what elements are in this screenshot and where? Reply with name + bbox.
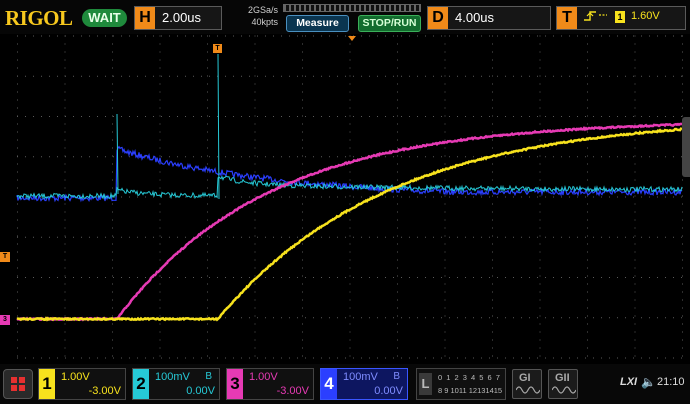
trigger-key: T xyxy=(557,7,577,29)
speaker-icon[interactable]: 🔈 xyxy=(641,375,656,389)
menu-icon xyxy=(11,377,17,383)
channel-3-scale: 1.00V xyxy=(249,371,278,383)
top-status-bar: RIGOL WAIT H 2.00us 2GSa/s 40kpts Measur… xyxy=(0,0,690,34)
generator-1-button[interactable]: GI xyxy=(512,369,542,399)
logic-analyzer-box[interactable]: L 0 1 2 3 4 5 6 7 8 9 1011 12131415 xyxy=(416,368,506,400)
channel-3-box[interactable]: 3 1.00V -3.00V xyxy=(226,368,314,400)
horizontal-center-marker xyxy=(348,36,356,41)
channel-4-offset: 0.00V xyxy=(374,385,403,397)
channel-2-scale: 100mV xyxy=(155,371,190,383)
logic-channels-low: 0 1 2 3 4 5 6 7 xyxy=(438,373,501,382)
graticule xyxy=(17,35,683,359)
channel-4-scale: 100mV xyxy=(343,371,378,383)
channel-3-number: 3 xyxy=(227,369,243,399)
menu-icon-square xyxy=(19,377,25,383)
channel-1-number: 1 xyxy=(39,369,55,399)
system-clock: 21:10 xyxy=(657,376,685,388)
logic-key: L xyxy=(419,373,432,395)
channel-3-offset: -3.00V xyxy=(276,385,309,397)
trigger-source-badge: 1 xyxy=(615,11,625,23)
generator-2-label: GII xyxy=(555,372,570,384)
generator-2-button[interactable]: GII xyxy=(548,369,578,399)
lxi-logo: LXI xyxy=(620,376,638,388)
channel-1-box[interactable]: 1 1.00V -3.00V xyxy=(38,368,126,400)
timebase-value: 2.00us xyxy=(162,10,202,25)
bottom-channel-bar: 1 1.00V -3.00V 2 100mV B 0.00V 3 1.00V -… xyxy=(0,364,690,404)
channel-2-box[interactable]: 2 100mV B 0.00V xyxy=(132,368,220,400)
trigger-level-marker[interactable]: T xyxy=(0,252,10,262)
memory-depth: 40kpts xyxy=(251,17,278,27)
channel-2-bandwidth-limit: B xyxy=(205,371,212,382)
ch3-ground-marker[interactable]: 3 xyxy=(0,315,10,325)
channel-4-bandwidth-limit: B xyxy=(393,371,400,382)
measure-button[interactable]: Measure xyxy=(286,15,349,32)
acquisition-info: 2GSa/s 40kpts xyxy=(225,4,278,28)
trigger-spike xyxy=(116,53,220,200)
channel-2-offset: 0.00V xyxy=(186,385,215,397)
channel-4-box[interactable]: 4 100mV B 0.00V xyxy=(320,368,408,400)
horizontal-timebase-box[interactable]: H 2.00us xyxy=(134,6,222,30)
horizontal-key: H xyxy=(135,7,155,29)
stop-run-button[interactable]: STOP/RUN xyxy=(358,15,421,32)
channel-1-scale: 1.00V xyxy=(61,371,90,383)
main-menu-button[interactable] xyxy=(3,369,33,399)
waveform-display[interactable] xyxy=(0,34,690,360)
delay-key: D xyxy=(428,7,448,29)
channel-2-number: 2 xyxy=(133,369,149,399)
side-panel-tab[interactable] xyxy=(682,117,690,177)
sample-rate: 2GSa/s xyxy=(247,5,278,15)
rising-edge-icon xyxy=(582,10,608,25)
memory-position-bar[interactable] xyxy=(283,4,421,12)
delay-value: 4.00us xyxy=(455,10,495,25)
logic-channels-high: 8 9 1011 12131415 xyxy=(438,386,503,395)
trigger-level: 1.60V xyxy=(631,10,660,22)
sine-wave-icon xyxy=(516,386,540,394)
channel-4-number: 4 xyxy=(321,369,337,399)
run-status-badge: WAIT xyxy=(82,9,127,27)
generator-1-label: GI xyxy=(519,372,531,384)
menu-icon-square xyxy=(19,385,25,391)
brand-logo: RIGOL xyxy=(5,6,73,30)
sine-wave-icon xyxy=(552,386,576,394)
trigger-position-marker[interactable]: T xyxy=(213,44,222,53)
menu-icon-square xyxy=(11,385,17,391)
channel-1-offset: -3.00V xyxy=(88,385,121,397)
delay-box[interactable]: D 4.00us xyxy=(427,6,551,30)
